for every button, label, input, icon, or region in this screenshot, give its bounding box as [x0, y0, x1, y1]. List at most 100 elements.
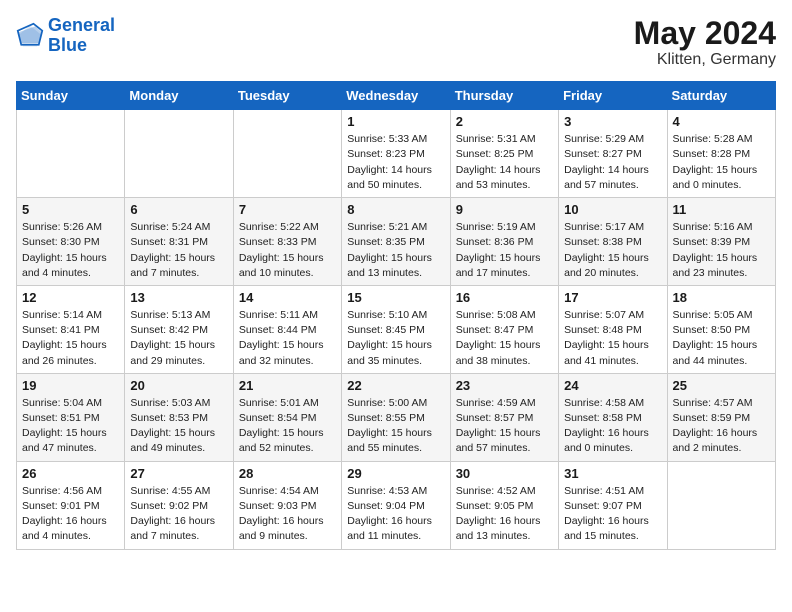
day-cell-1: 1 Sunrise: 5:33 AM Sunset: 8:23 PM Daylig…	[342, 110, 450, 198]
day-cell-9: 9Sunrise: 5:19 AM Sunset: 8:36 PM Daylig…	[450, 198, 558, 286]
day-info: Sunrise: 4:52 AM Sunset: 9:05 PM Dayligh…	[456, 484, 553, 545]
day-cell-25: 25 Sunrise: 4:57 AM Sunset: 8:59 PM Dayli…	[667, 373, 775, 461]
day-number: 11	[673, 202, 770, 217]
day-cell-6: 6 Sunrise: 5:24 AM Sunset: 8:31 PM Daylig…	[125, 198, 233, 286]
header-day-wednesday: Wednesday	[342, 82, 450, 110]
day-number: 31	[564, 466, 661, 481]
day-number: 16	[456, 290, 553, 305]
logo-text: General Blue	[48, 16, 115, 56]
day-info: Sunrise: 5:33 AM Sunset: 8:23 PM Dayligh…	[347, 132, 444, 193]
day-info: Sunrise: 5:07 AM Sunset: 8:48 PM Dayligh…	[564, 308, 661, 369]
day-cell-5: 5Sunrise: 5:26 AM Sunset: 8:30 PM Daylig…	[17, 198, 125, 286]
week-row-4: 19 Sunrise: 5:04 AM Sunset: 8:51 PM Dayli…	[17, 373, 776, 461]
day-number: 30	[456, 466, 553, 481]
day-cell-7: 7 Sunrise: 5:22 AM Sunset: 8:33 PM Daylig…	[233, 198, 341, 286]
day-info: Sunrise: 4:59 AM Sunset: 8:57 PM Dayligh…	[456, 396, 553, 457]
day-cell-12: 12 Sunrise: 5:14 AM Sunset: 8:41 PM Dayli…	[17, 285, 125, 373]
day-cell-10: 10Sunrise: 5:17 AM Sunset: 8:38 PM Dayli…	[559, 198, 667, 286]
week-row-2: 5Sunrise: 5:26 AM Sunset: 8:30 PM Daylig…	[17, 198, 776, 286]
day-info: Sunrise: 5:14 AM Sunset: 8:41 PM Dayligh…	[22, 308, 119, 369]
day-number: 5	[22, 202, 119, 217]
day-info: Sunrise: 5:28 AM Sunset: 8:28 PM Dayligh…	[673, 132, 770, 193]
day-info: Sunrise: 5:08 AM Sunset: 8:47 PM Dayligh…	[456, 308, 553, 369]
day-info: Sunrise: 5:29 AM Sunset: 8:27 PM Dayligh…	[564, 132, 661, 193]
day-number: 25	[673, 378, 770, 393]
day-info: Sunrise: 5:24 AM Sunset: 8:31 PM Dayligh…	[130, 220, 227, 281]
day-cell-29: 29 Sunrise: 4:53 AM Sunset: 9:04 PM Dayli…	[342, 461, 450, 549]
day-number: 15	[347, 290, 444, 305]
day-number: 23	[456, 378, 553, 393]
day-info: Sunrise: 4:56 AM Sunset: 9:01 PM Dayligh…	[22, 484, 119, 545]
day-cell-4: 4 Sunrise: 5:28 AM Sunset: 8:28 PM Daylig…	[667, 110, 775, 198]
day-number: 4	[673, 114, 770, 129]
title-block: May 2024 Klitten, Germany	[634, 16, 776, 69]
day-number: 18	[673, 290, 770, 305]
header-day-tuesday: Tuesday	[233, 82, 341, 110]
page-header: General Blue May 2024 Klitten, Germany	[16, 16, 776, 69]
day-info: Sunrise: 4:51 AM Sunset: 9:07 PM Dayligh…	[564, 484, 661, 545]
calendar-table: SundayMondayTuesdayWednesdayThursdayFrid…	[16, 81, 776, 549]
day-number: 21	[239, 378, 336, 393]
day-number: 7	[239, 202, 336, 217]
day-info: Sunrise: 5:11 AM Sunset: 8:44 PM Dayligh…	[239, 308, 336, 369]
day-cell-19: 19 Sunrise: 5:04 AM Sunset: 8:51 PM Dayli…	[17, 373, 125, 461]
logo-general: General	[48, 15, 115, 35]
header-day-monday: Monday	[125, 82, 233, 110]
day-number: 9	[456, 202, 553, 217]
day-number: 13	[130, 290, 227, 305]
day-info: Sunrise: 5:04 AM Sunset: 8:51 PM Dayligh…	[22, 396, 119, 457]
day-number: 14	[239, 290, 336, 305]
header-day-sunday: Sunday	[17, 82, 125, 110]
day-number: 12	[22, 290, 119, 305]
day-number: 29	[347, 466, 444, 481]
day-cell-31: 31 Sunrise: 4:51 AM Sunset: 9:07 PM Dayli…	[559, 461, 667, 549]
day-number: 28	[239, 466, 336, 481]
logo: General Blue	[16, 16, 115, 56]
logo-blue: Blue	[48, 36, 115, 56]
empty-cell	[125, 110, 233, 198]
day-cell-13: 13 Sunrise: 5:13 AM Sunset: 8:42 PM Dayli…	[125, 285, 233, 373]
day-number: 20	[130, 378, 227, 393]
day-info: Sunrise: 5:03 AM Sunset: 8:53 PM Dayligh…	[130, 396, 227, 457]
day-cell-22: 22 Sunrise: 5:00 AM Sunset: 8:55 PM Dayli…	[342, 373, 450, 461]
header-row: SundayMondayTuesdayWednesdayThursdayFrid…	[17, 82, 776, 110]
day-info: Sunrise: 5:31 AM Sunset: 8:25 PM Dayligh…	[456, 132, 553, 193]
day-cell-16: 16 Sunrise: 5:08 AM Sunset: 8:47 PM Dayli…	[450, 285, 558, 373]
day-cell-23: 23 Sunrise: 4:59 AM Sunset: 8:57 PM Dayli…	[450, 373, 558, 461]
day-info: Sunrise: 5:13 AM Sunset: 8:42 PM Dayligh…	[130, 308, 227, 369]
day-number: 19	[22, 378, 119, 393]
day-number: 1	[347, 114, 444, 129]
day-number: 17	[564, 290, 661, 305]
day-cell-3: 3 Sunrise: 5:29 AM Sunset: 8:27 PM Daylig…	[559, 110, 667, 198]
day-info: Sunrise: 5:17 AM Sunset: 8:38 PM Dayligh…	[564, 220, 661, 281]
day-cell-21: 21Sunrise: 5:01 AM Sunset: 8:54 PM Dayli…	[233, 373, 341, 461]
day-cell-28: 28Sunrise: 4:54 AM Sunset: 9:03 PM Dayli…	[233, 461, 341, 549]
week-row-3: 12 Sunrise: 5:14 AM Sunset: 8:41 PM Dayli…	[17, 285, 776, 373]
day-cell-2: 2Sunrise: 5:31 AM Sunset: 8:25 PM Daylig…	[450, 110, 558, 198]
day-cell-20: 20 Sunrise: 5:03 AM Sunset: 8:53 PM Dayli…	[125, 373, 233, 461]
day-cell-8: 8Sunrise: 5:21 AM Sunset: 8:35 PM Daylig…	[342, 198, 450, 286]
header-day-friday: Friday	[559, 82, 667, 110]
empty-cell	[233, 110, 341, 198]
month-title: May 2024	[634, 16, 776, 51]
day-number: 3	[564, 114, 661, 129]
day-info: Sunrise: 5:21 AM Sunset: 8:35 PM Dayligh…	[347, 220, 444, 281]
day-cell-14: 14 Sunrise: 5:11 AM Sunset: 8:44 PM Dayli…	[233, 285, 341, 373]
empty-cell	[667, 461, 775, 549]
day-info: Sunrise: 5:10 AM Sunset: 8:45 PM Dayligh…	[347, 308, 444, 369]
day-cell-11: 11Sunrise: 5:16 AM Sunset: 8:39 PM Dayli…	[667, 198, 775, 286]
day-info: Sunrise: 4:57 AM Sunset: 8:59 PM Dayligh…	[673, 396, 770, 457]
day-info: Sunrise: 4:53 AM Sunset: 9:04 PM Dayligh…	[347, 484, 444, 545]
day-number: 24	[564, 378, 661, 393]
week-row-1: 1 Sunrise: 5:33 AM Sunset: 8:23 PM Daylig…	[17, 110, 776, 198]
day-info: Sunrise: 5:00 AM Sunset: 8:55 PM Dayligh…	[347, 396, 444, 457]
day-info: Sunrise: 5:22 AM Sunset: 8:33 PM Dayligh…	[239, 220, 336, 281]
day-number: 26	[22, 466, 119, 481]
day-number: 22	[347, 378, 444, 393]
day-cell-27: 27Sunrise: 4:55 AM Sunset: 9:02 PM Dayli…	[125, 461, 233, 549]
day-number: 6	[130, 202, 227, 217]
day-info: Sunrise: 4:58 AM Sunset: 8:58 PM Dayligh…	[564, 396, 661, 457]
day-cell-15: 15 Sunrise: 5:10 AM Sunset: 8:45 PM Dayli…	[342, 285, 450, 373]
day-info: Sunrise: 4:55 AM Sunset: 9:02 PM Dayligh…	[130, 484, 227, 545]
day-cell-26: 26 Sunrise: 4:56 AM Sunset: 9:01 PM Dayli…	[17, 461, 125, 549]
